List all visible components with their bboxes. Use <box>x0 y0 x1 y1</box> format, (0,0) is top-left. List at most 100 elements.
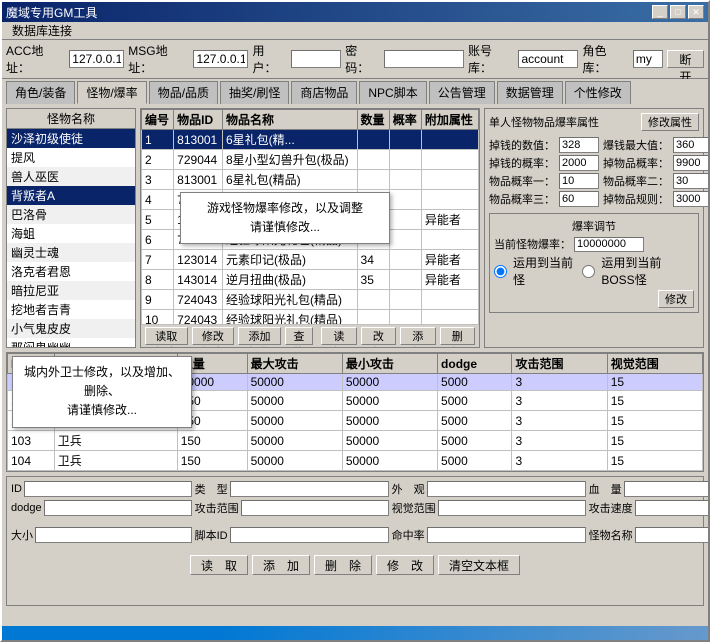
find-button[interactable]: 查找 <box>285 327 313 345</box>
list-item[interactable]: 暗拉尼亚 <box>7 281 135 300</box>
field-dodge: dodge <box>11 500 192 516</box>
table-row[interactable]: 3 813001 6星礼包(精品) <box>142 170 479 190</box>
tab-shop[interactable]: 商店物品 <box>291 81 357 104</box>
radio-boss-monster[interactable] <box>582 265 595 278</box>
col-qty: 数量 <box>357 110 389 130</box>
menu-db[interactable]: 数据库连接 <box>6 22 78 39</box>
props-money-rate-label: 掉钱的概率： <box>489 155 555 171</box>
rate-title: 爆率调节 <box>494 218 694 234</box>
current-rate-input[interactable] <box>574 237 644 252</box>
input-vision[interactable] <box>438 500 586 516</box>
minimize-button[interactable]: _ <box>652 5 668 19</box>
input-atkspeed[interactable] <box>635 500 708 516</box>
tab-monster-rate[interactable]: 怪物/爆率 <box>77 81 146 104</box>
list-item[interactable]: 小气鬼皮皮 <box>7 319 135 338</box>
list-item[interactable]: 沙泽初级使徒 <box>7 129 135 148</box>
props-money-rate-row: 掉钱的概率： 掉物品概率： <box>489 155 699 171</box>
user-input[interactable] <box>291 50 341 68</box>
props-rate2-input[interactable] <box>673 173 708 189</box>
modify-rate2-button[interactable]: 改爆率 <box>361 327 396 345</box>
props-money-input[interactable] <box>559 137 599 153</box>
disconnect-button[interactable]: 断开 <box>667 50 704 68</box>
clear-button[interactable]: 清空文本框 <box>438 555 520 575</box>
delete-button[interactable]: 删 除 <box>314 555 372 575</box>
label-vision: 视觉范围 <box>392 500 436 516</box>
list-item[interactable]: 挖地者吉青 <box>7 300 135 319</box>
props-rate1-input[interactable] <box>559 173 599 189</box>
tab-role-equip[interactable]: 角色/装备 <box>6 81 75 104</box>
read-rate-button[interactable]: 读取爆率 <box>145 327 188 345</box>
tab-personal[interactable]: 个性修改 <box>565 81 631 104</box>
table-row[interactable]: 103 卫兵 150 50000 50000 5000 3 15 <box>8 431 703 451</box>
pwd-input[interactable] <box>384 50 464 68</box>
pwd-label: 密码： <box>345 42 380 76</box>
role-input[interactable] <box>633 50 663 68</box>
read-button[interactable]: 读 取 <box>190 555 248 575</box>
tab-announcement[interactable]: 公告管理 <box>429 81 495 104</box>
msg-label: MSG地址： <box>128 42 189 76</box>
props-item-rate-input[interactable] <box>673 155 708 171</box>
tab-item-quality[interactable]: 物品/品质 <box>149 81 218 104</box>
list-item[interactable]: 提风 <box>7 148 135 167</box>
props-money-rate-input[interactable] <box>559 155 599 171</box>
input-dodge[interactable] <box>44 500 192 516</box>
db-label: 账号库： <box>468 42 514 76</box>
table-row[interactable]: 10 724043 经验球阳光礼包(精品) <box>142 310 479 325</box>
add-monster2-button[interactable]: 添怪物 <box>400 327 435 345</box>
tab-lottery[interactable]: 抽奖/刷怪 <box>220 81 289 104</box>
tab-npc[interactable]: NPC脚本 <box>359 81 426 104</box>
props-rule-input[interactable] <box>673 191 708 207</box>
input-hp[interactable] <box>624 481 708 497</box>
rate-modify-button[interactable]: 修改 <box>658 290 694 308</box>
table-row[interactable]: 1 813001 6星礼包(精... <box>142 130 479 150</box>
props-rate3-input[interactable] <box>559 191 599 207</box>
guard-col-range: 攻击范围 <box>512 354 607 374</box>
table-row[interactable]: 9 724043 经验球阳光礼包(精品) <box>142 290 479 310</box>
input-hitrate[interactable] <box>427 527 586 543</box>
notice1-text: 游戏怪物爆率修改，以及调整 <box>207 201 363 215</box>
modify-attrs-button[interactable]: 修改属性 <box>641 113 699 131</box>
input-id[interactable] <box>24 481 192 497</box>
table-row[interactable]: 105 辛德·卫队长 150 50000 50000 5000 3 15 <box>8 471 703 472</box>
props-money-max-input[interactable] <box>673 137 708 153</box>
list-item[interactable]: 海蛆 <box>7 224 135 243</box>
input-appearance[interactable] <box>427 481 586 497</box>
current-rate-label: 当前怪物爆率： <box>494 236 571 252</box>
label-id: ID <box>11 483 22 495</box>
close-button[interactable]: ✕ <box>688 5 704 19</box>
acc-input[interactable] <box>69 50 124 68</box>
input-monstername[interactable] <box>635 527 708 543</box>
props-money-max-label: 爆钱最大值： <box>603 137 669 153</box>
modify-button[interactable]: 修 改 <box>376 555 434 575</box>
main-window: 魔域专用GM工具 _ □ ✕ 数据库连接 ACC地址： MSG地址： 用户： 密… <box>0 0 710 642</box>
monster-list[interactable]: 沙泽初级使徒 提风 兽人巫医 背叛者A 巴洛骨 海蛆 幽灵士魂 洛克者君恩 暗拉… <box>7 129 135 347</box>
field-hitrate: 命中率 <box>392 519 586 551</box>
modify-rate-button[interactable]: 修改爆率 <box>192 327 235 345</box>
input-atkrange[interactable] <box>241 500 389 516</box>
input-scriptid[interactable] <box>230 527 389 543</box>
label-hitrate: 命中率 <box>392 527 425 543</box>
add-button[interactable]: 添 加 <box>252 555 310 575</box>
table-row[interactable]: 2 729044 8星小型幻兽升包(极品) <box>142 150 479 170</box>
rate-section: 爆率调节 当前怪物爆率： 运用到当前怪 运用到当前BOSS怪 修改 <box>489 213 699 313</box>
list-item[interactable]: 巴洛骨 <box>7 205 135 224</box>
list-item[interactable]: 兽人巫医 <box>7 167 135 186</box>
tab-data[interactable]: 数据管理 <box>497 81 563 104</box>
radio-current-monster[interactable] <box>494 265 507 278</box>
list-item[interactable]: 那闷鬼幽幽 <box>7 338 135 347</box>
list-item[interactable]: 幽灵士魂 <box>7 243 135 262</box>
maximize-button[interactable]: □ <box>670 5 686 19</box>
read-rate2-button[interactable]: 读爆率 <box>321 327 356 345</box>
table-row[interactable]: 104 卫兵 150 50000 50000 5000 3 15 <box>8 451 703 471</box>
table-row[interactable]: 8 143014 逆月扭曲(极品) 35 异能者 <box>142 270 479 290</box>
input-size[interactable] <box>35 527 192 543</box>
delete-rate-button[interactable]: 删爆率 <box>440 327 475 345</box>
list-item[interactable]: 洛克者君恩 <box>7 262 135 281</box>
input-type[interactable] <box>230 481 389 497</box>
list-item[interactable]: 背叛者A <box>7 186 135 205</box>
msg-input[interactable] <box>193 50 248 68</box>
db-input[interactable] <box>518 50 578 68</box>
table-row[interactable]: 7 123014 元素印记(极品) 34 异能者 <box>142 250 479 270</box>
add-monster-button[interactable]: 添加怪物 <box>238 327 281 345</box>
props-title: 单人怪物物品爆率属性 <box>489 114 599 130</box>
